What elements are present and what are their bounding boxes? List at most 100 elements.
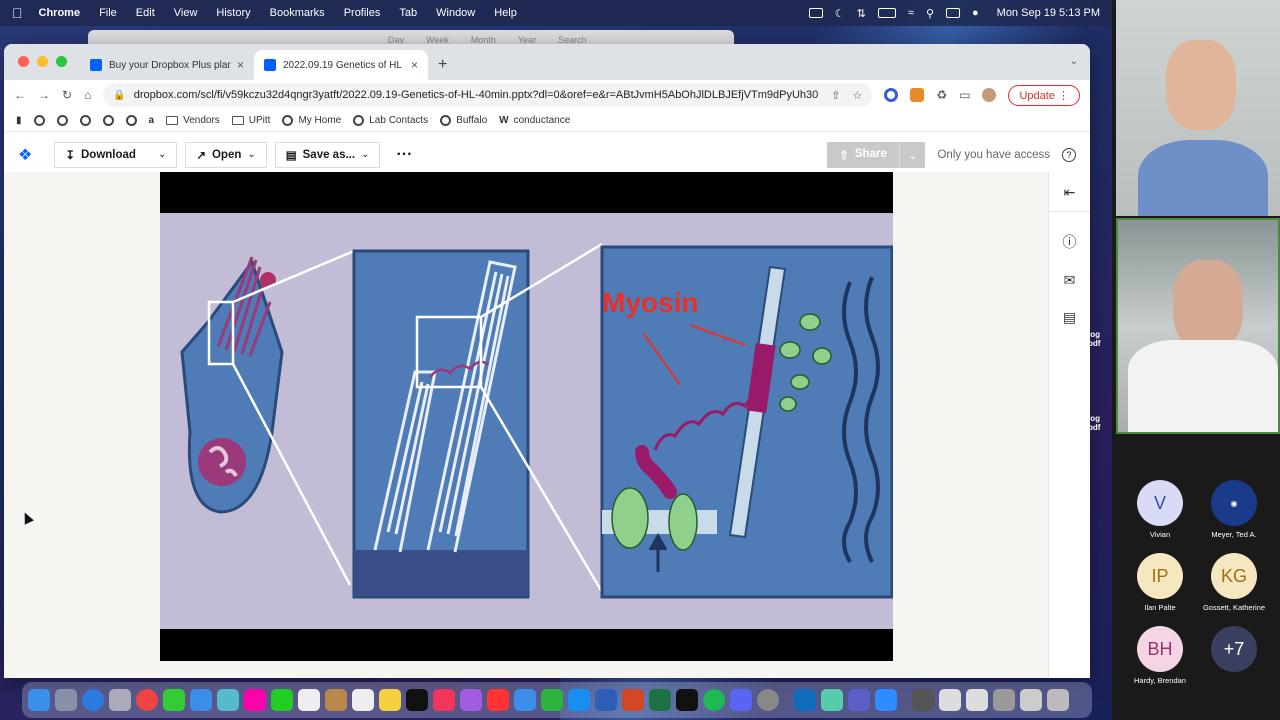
menu-bookmarks[interactable]: Bookmarks	[270, 7, 325, 19]
tab-dropbox-plus[interactable]: Buy your Dropbox Plus plan ×	[80, 50, 254, 80]
news-icon[interactable]	[487, 689, 509, 711]
new-tab-button[interactable]: +	[438, 56, 447, 74]
help-app-icon[interactable]	[109, 689, 131, 711]
excel-icon[interactable]	[649, 689, 671, 711]
close-tab-icon[interactable]: ×	[237, 58, 244, 72]
powerpoint-icon[interactable]	[622, 689, 644, 711]
bookmark-apps-icon[interactable]: ▮	[16, 115, 22, 126]
bookmark-globe-2[interactable]	[56, 115, 68, 126]
bookmark-upitt[interactable]: UPitt	[231, 115, 270, 126]
bookmark-lab-contacts[interactable]: Lab Contacts	[353, 115, 428, 126]
notes-icon[interactable]	[379, 689, 401, 711]
bookmark-globe-1[interactable]	[33, 115, 45, 126]
tab-search-chevron-icon[interactable]: ⌄	[1070, 56, 1078, 67]
menu-edit[interactable]: Edit	[136, 7, 155, 19]
menu-profiles[interactable]: Profiles	[344, 7, 381, 19]
side-panel-icon[interactable]: ▭	[959, 88, 970, 102]
control-center-icon[interactable]	[946, 8, 960, 18]
podcasts-icon[interactable]	[460, 689, 482, 711]
zoom-window-button[interactable]	[56, 56, 67, 67]
siri-icon[interactable]: ●	[972, 7, 979, 19]
bookmark-globe-5[interactable]	[125, 115, 137, 126]
bookmark-conductance[interactable]: Wconductance	[499, 115, 570, 126]
bookmark-buffalo[interactable]: Buffalo	[440, 115, 487, 126]
address-bar[interactable]: 🔒 dropbox.com/scl/fi/v59kczu32d4qngr3yat…	[103, 83, 873, 107]
finder-icon[interactable]	[28, 689, 50, 711]
menu-app-name[interactable]: Chrome	[39, 7, 81, 19]
participant-video-1[interactable]	[1116, 0, 1280, 216]
share-button[interactable]: ⇧ Share	[827, 141, 899, 168]
wifi-icon[interactable]: ≈	[908, 7, 914, 19]
bookmark-star-icon[interactable]: ☆	[852, 89, 862, 102]
calendar-icon[interactable]	[298, 689, 320, 711]
chevron-down-icon[interactable]: ⌄	[148, 149, 166, 160]
minimize-window-button[interactable]	[37, 56, 48, 67]
photos-icon[interactable]	[244, 689, 266, 711]
maps-icon[interactable]	[217, 689, 239, 711]
metamask-icon[interactable]	[910, 88, 925, 102]
participant-tile-meyer[interactable]: ◉ Meyer, Ted A.	[1197, 480, 1271, 539]
app-store-icon[interactable]	[568, 689, 590, 711]
spotlight-icon[interactable]: ⚲	[926, 7, 934, 20]
pdf-stack-icon[interactable]	[966, 689, 988, 711]
numbers-icon[interactable]	[541, 689, 563, 711]
participant-tile-hardy[interactable]: BH Hardy, Brendan	[1123, 626, 1197, 685]
forward-arrow-icon[interactable]: →	[38, 88, 50, 102]
messages-icon[interactable]	[163, 689, 185, 711]
chrome-icon[interactable]	[136, 689, 158, 711]
open-button[interactable]: ↗ Open ⌄	[185, 141, 267, 168]
outlook-icon[interactable]	[794, 689, 816, 711]
menu-window[interactable]: Window	[436, 7, 475, 19]
participant-video-2[interactable]	[1116, 218, 1280, 434]
apple-tv-icon[interactable]	[406, 689, 428, 711]
bookmark-globe-4[interactable]	[102, 115, 114, 126]
network-icon[interactable]: ⇅	[857, 7, 866, 20]
lock-icon[interactable]: 🔒	[113, 90, 125, 101]
menu-tab[interactable]: Tab	[399, 7, 417, 19]
screenshot-stack-icon[interactable]	[993, 689, 1015, 711]
extension-1-icon[interactable]	[884, 88, 899, 102]
downloads-stack-icon[interactable]	[912, 689, 934, 711]
tab-genetics-slides[interactable]: 2022.09.19 Genetics of HL (40 ×	[254, 50, 428, 80]
participant-tile-more[interactable]: +7	[1197, 626, 1271, 676]
terminal-icon[interactable]	[676, 689, 698, 711]
mail-icon[interactable]	[190, 689, 212, 711]
participant-tile-palte[interactable]: IP Ilan Palte	[1123, 553, 1197, 612]
file-activity-icon[interactable]: ▤	[1063, 309, 1076, 326]
word-icon[interactable]	[595, 689, 617, 711]
update-button[interactable]: Update ⋮	[1008, 84, 1080, 106]
battery-icon[interactable]	[877, 8, 896, 18]
safari-icon[interactable]	[82, 689, 104, 711]
menu-history[interactable]: History	[216, 7, 250, 19]
comment-icon[interactable]: ✉	[1064, 272, 1076, 289]
menu-view[interactable]: View	[174, 7, 198, 19]
back-arrow-icon[interactable]: ←	[14, 88, 26, 102]
apple-icon[interactable]: 	[12, 5, 23, 21]
discord-icon[interactable]	[730, 689, 752, 711]
trash-icon[interactable]	[1047, 689, 1069, 711]
document-viewer[interactable]: Myosin	[4, 172, 1048, 678]
participant-tile-vivian[interactable]: V Vivian	[1123, 480, 1197, 539]
screen-share-icon[interactable]	[808, 8, 823, 18]
save-as-button[interactable]: ▤ Save as... ⌄	[274, 141, 381, 168]
info-icon[interactable]: ⓘ	[1063, 232, 1077, 252]
bookmark-amazon[interactable]: a	[149, 115, 155, 126]
settings-icon[interactable]	[757, 689, 779, 711]
profile-avatar[interactable]	[982, 88, 997, 102]
music-icon[interactable]	[433, 689, 455, 711]
help-icon[interactable]: ?	[1062, 147, 1076, 162]
menu-file[interactable]: File	[99, 7, 117, 19]
bookmark-my-home[interactable]: My Home	[282, 115, 341, 126]
menubar-clock[interactable]: Mon Sep 19 5:13 PM	[997, 7, 1100, 19]
document-stack-icon[interactable]	[939, 689, 961, 711]
share-dropdown-chevron-icon[interactable]: ⌄	[898, 141, 926, 168]
reminders-icon[interactable]	[352, 689, 374, 711]
launchpad-icon[interactable]	[55, 689, 77, 711]
dropbox-logo-icon[interactable]: ❖	[18, 145, 32, 165]
folder-stack-icon[interactable]	[1020, 689, 1042, 711]
keynote-icon[interactable]	[514, 689, 536, 711]
download-button[interactable]: ↧ Download ⌄	[54, 141, 178, 168]
collapse-panel-icon[interactable]: ⇤	[1049, 184, 1090, 212]
facetime-icon[interactable]	[271, 689, 293, 711]
zoom-icon[interactable]	[875, 689, 897, 711]
